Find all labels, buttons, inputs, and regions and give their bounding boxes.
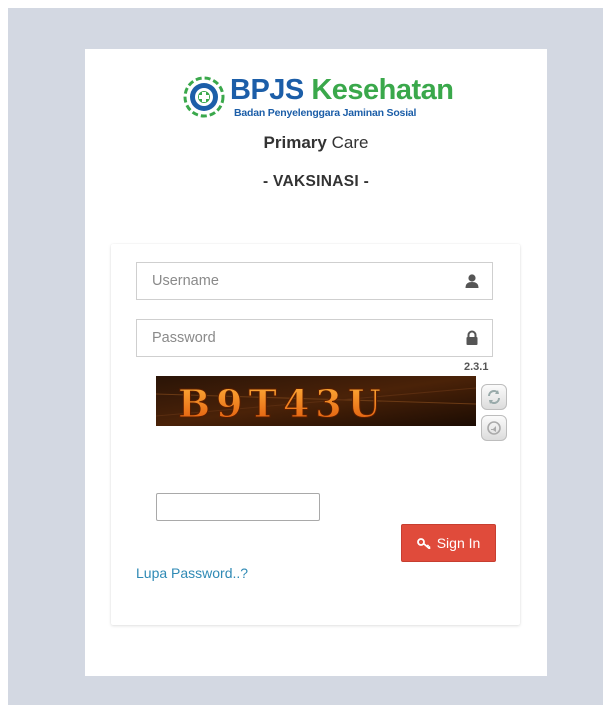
title-bold: Primary [263,133,327,152]
captcha-audio-button[interactable] [481,415,507,441]
password-input[interactable] [137,320,457,356]
title-normal: Care [331,133,369,152]
page-subtitle: - VAKSINASI - [262,173,370,190]
username-input[interactable] [137,263,457,299]
sign-in-button[interactable]: Sign In [401,524,496,562]
brand-name: BPJS Kesehatan [230,74,454,106]
captcha-image: B9T43U [156,376,476,426]
audio-icon [487,421,501,435]
captcha-text: B9T43U [178,381,387,426]
user-icon [465,274,479,288]
key-icon [416,537,431,549]
app-version: 2.3.1 [464,361,489,373]
login-panel: 2.3.1 B9T43U [111,244,520,625]
page-title: Primary Care [85,133,547,153]
refresh-icon [488,390,500,404]
page-background: BPJS Kesehatan Badan Penyelenggara Jamin… [8,8,603,705]
forgot-password-link[interactable]: Lupa Password..? [136,565,248,581]
login-card: BPJS Kesehatan Badan Penyelenggara Jamin… [85,49,547,676]
captcha-refresh-button[interactable] [481,384,507,410]
lock-icon [466,330,478,345]
captcha-input[interactable] [156,493,320,521]
bpjs-logo: BPJS Kesehatan Badan Penyelenggara Jamin… [183,74,454,120]
brand-tagline: Badan Penyelenggara Jaminan Sosial [234,107,417,119]
sign-in-label: Sign In [436,534,481,551]
bpjs-logo-icon [183,76,225,118]
password-field[interactable] [136,319,493,357]
username-field[interactable] [136,262,493,300]
